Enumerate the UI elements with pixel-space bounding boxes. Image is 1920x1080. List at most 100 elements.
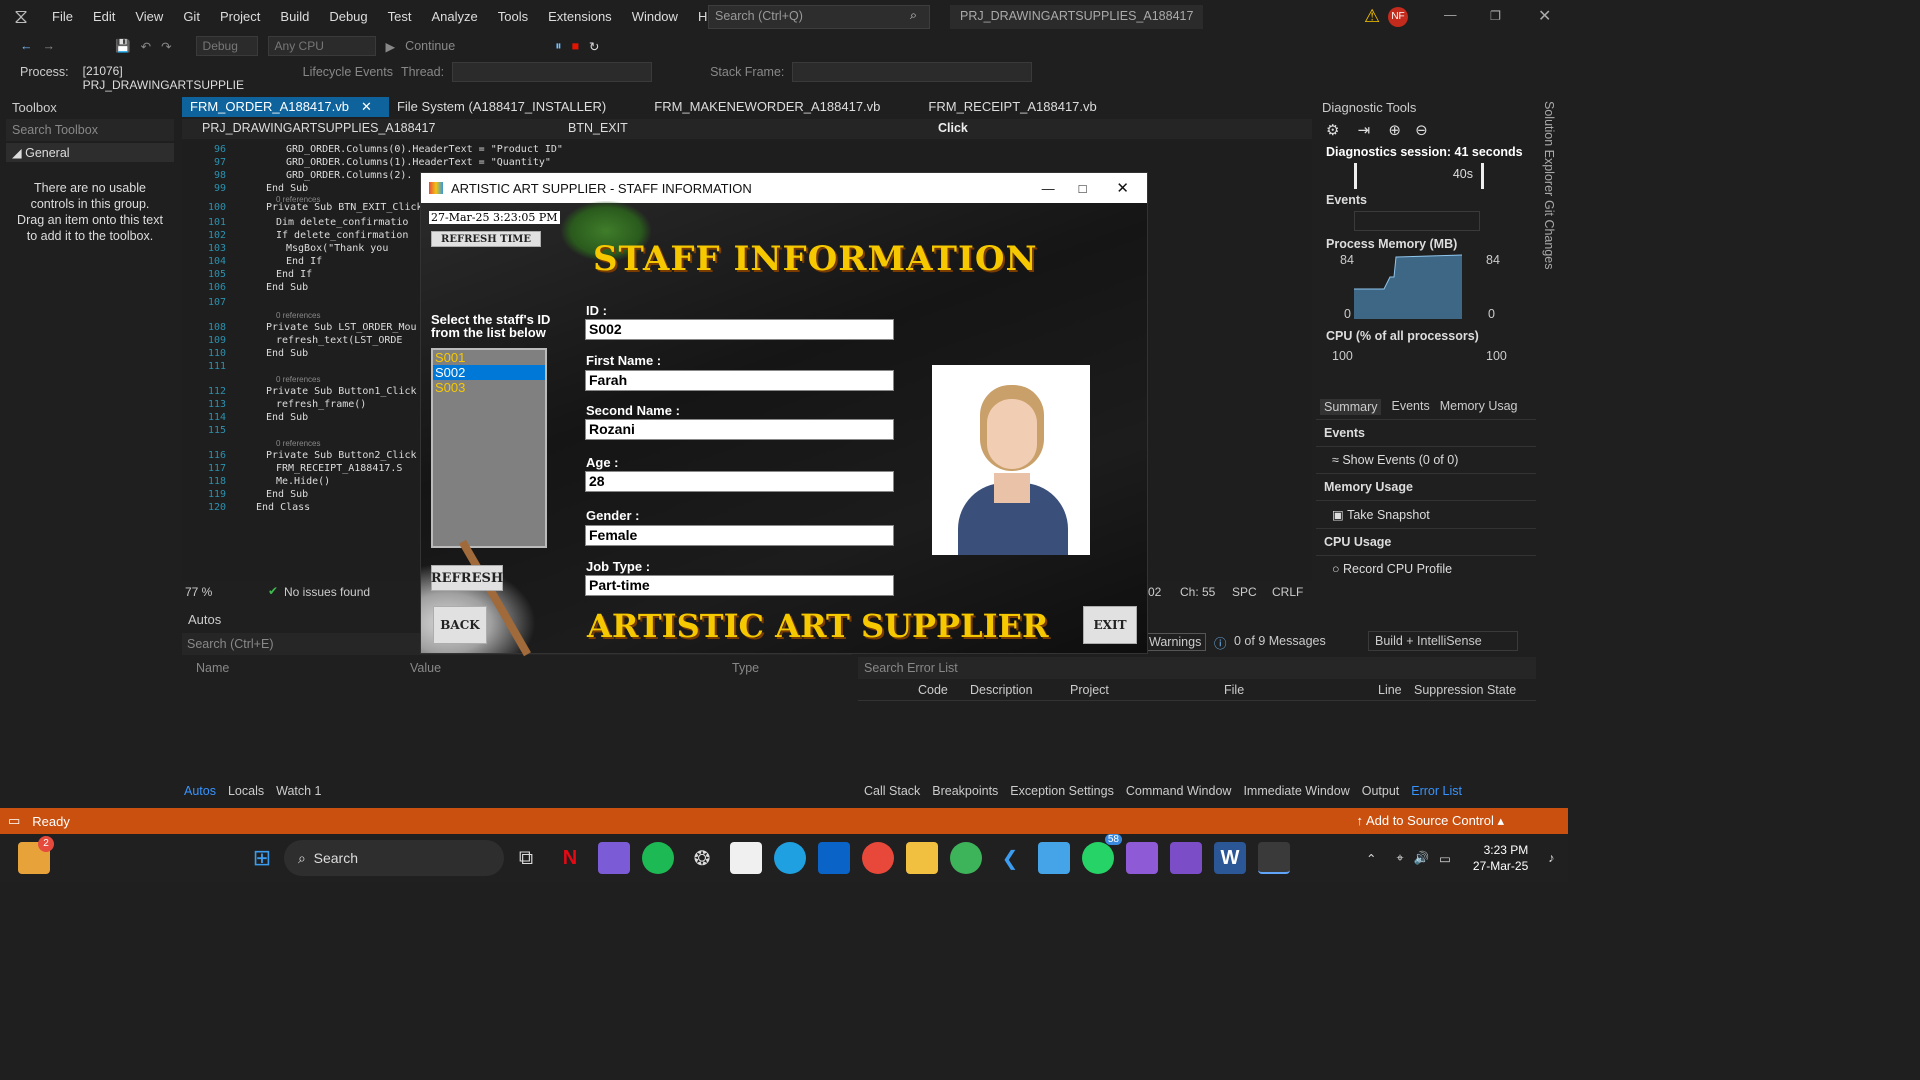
- close-icon[interactable]: ✕: [1116, 179, 1129, 197]
- col-project[interactable]: Project: [1070, 683, 1109, 697]
- chrome-icon[interactable]: [862, 842, 894, 874]
- event-dropdown[interactable]: Click: [918, 119, 1278, 139]
- warning-icon[interactable]: ⚠: [1364, 6, 1380, 27]
- chatgpt-icon[interactable]: ❂: [686, 842, 718, 874]
- solution-explorer-tab[interactable]: Solution Explorer: [1542, 101, 1556, 196]
- word-icon[interactable]: W: [1214, 842, 1246, 874]
- zoom-level[interactable]: 77 %: [185, 585, 212, 599]
- menu-edit[interactable]: Edit: [83, 0, 125, 34]
- references-codelens[interactable]: 0 references: [276, 375, 320, 384]
- menu-git[interactable]: Git: [173, 0, 210, 34]
- photos-icon[interactable]: [1126, 842, 1158, 874]
- memory-header[interactable]: Process Memory (MB): [1316, 231, 1536, 253]
- issues-status[interactable]: No issues found: [284, 585, 370, 599]
- take-snapshot-link[interactable]: ▣ Take Snapshot: [1316, 501, 1536, 528]
- col-type[interactable]: Type: [732, 661, 759, 675]
- export-icon[interactable]: ⇥: [1358, 122, 1371, 139]
- tab-memory-usage[interactable]: Memory Usag: [1440, 399, 1518, 415]
- show-events-link[interactable]: ≈ Show Events (0 of 0): [1316, 447, 1536, 473]
- tab-exception-settings[interactable]: Exception Settings: [1010, 784, 1114, 798]
- thread-dropdown[interactable]: [452, 62, 653, 82]
- tab-file-system[interactable]: File System (A188417_INSTALLER): [389, 97, 614, 117]
- col-description[interactable]: Description: [970, 683, 1033, 697]
- visual-studio-icon[interactable]: [1170, 842, 1202, 874]
- search-input[interactable]: Search (Ctrl+Q): [708, 5, 930, 29]
- code-line[interactable]: 96 GRD_ORDER.Columns(0).HeaderText = "Pro…: [182, 143, 582, 156]
- age-field[interactable]: 28: [585, 471, 894, 492]
- stop-icon[interactable]: ■: [571, 39, 579, 53]
- undo-icon[interactable]: ↶: [141, 39, 151, 54]
- col-value[interactable]: Value: [410, 661, 441, 675]
- spotify-icon[interactable]: [642, 842, 674, 874]
- tab-autos[interactable]: Autos: [184, 784, 216, 798]
- col-code[interactable]: Code: [918, 683, 948, 697]
- close-icon[interactable]: ✕: [1538, 6, 1551, 26]
- tab-summary[interactable]: Summary: [1320, 399, 1382, 415]
- forward-icon[interactable]: →: [43, 39, 56, 53]
- process-dropdown[interactable]: [21076] PRJ_DRAWINGARTSUPPLIE: [76, 62, 277, 92]
- tab-events[interactable]: Events: [1391, 399, 1429, 415]
- references-codelens[interactable]: 0 references: [276, 439, 320, 448]
- running-app-icon[interactable]: [1258, 842, 1290, 874]
- minimize-icon[interactable]: —: [1444, 8, 1457, 22]
- back-button[interactable]: BACK: [433, 606, 487, 644]
- list-item[interactable]: S001: [433, 350, 545, 365]
- tab-breakpoints[interactable]: Breakpoints: [932, 784, 998, 798]
- toolbox-group-general[interactable]: ◢ General: [6, 143, 174, 162]
- references-codelens[interactable]: 0 references: [276, 195, 320, 204]
- tab-watch1[interactable]: Watch 1: [276, 784, 321, 798]
- back-icon[interactable]: ←: [20, 39, 33, 53]
- whatsapp-icon[interactable]: 58: [1082, 834, 1122, 874]
- cpu-header[interactable]: CPU (% of all processors): [1316, 325, 1536, 345]
- object-dropdown[interactable]: BTN_EXIT: [550, 119, 918, 139]
- tab-frm-makeneworder[interactable]: FRM_MAKENEWORDER_A188417.vb: [646, 97, 888, 117]
- redo-icon[interactable]: ↷: [161, 39, 171, 54]
- menu-tools[interactable]: Tools: [488, 0, 538, 34]
- list-item-selected[interactable]: S002: [433, 365, 545, 380]
- menu-debug[interactable]: Debug: [319, 0, 377, 34]
- refresh-time-button[interactable]: REFRESH TIME: [431, 231, 541, 247]
- lifecycle-dropdown[interactable]: Lifecycle Events: [303, 65, 393, 79]
- add-to-source-control[interactable]: ↑ Add to Source Control ▴: [1357, 813, 1504, 829]
- netflix-icon[interactable]: N: [554, 842, 586, 874]
- zoom-out-icon[interactable]: ⊖: [1415, 122, 1428, 139]
- menu-test[interactable]: Test: [378, 0, 422, 34]
- tab-output[interactable]: Output: [1362, 784, 1400, 798]
- windows-start-icon[interactable]: ⊞: [246, 842, 278, 874]
- chrome-profile-icon[interactable]: [950, 842, 982, 874]
- tab-locals[interactable]: Locals: [228, 784, 264, 798]
- settings-icon[interactable]: ⚙: [1326, 122, 1339, 139]
- tab-command-window[interactable]: Command Window: [1126, 784, 1232, 798]
- menu-window[interactable]: Window: [622, 0, 688, 34]
- copilot-icon[interactable]: [598, 842, 630, 874]
- project-dropdown[interactable]: PRJ_DRAWINGARTSUPPLIES_A188417: [182, 119, 550, 139]
- taskbar-search[interactable]: ⌕ Search: [284, 840, 504, 876]
- refresh-button[interactable]: REFRESH: [431, 565, 503, 591]
- exit-button[interactable]: EXIT: [1083, 606, 1137, 644]
- avatar[interactable]: NF: [1388, 7, 1408, 27]
- minimize-icon[interactable]: —: [1042, 181, 1055, 196]
- tab-call-stack[interactable]: Call Stack: [864, 784, 920, 798]
- col-suppression[interactable]: Suppression State: [1414, 683, 1516, 697]
- id-field[interactable]: S002: [585, 319, 894, 340]
- toolbox-search[interactable]: Search Toolbox: [6, 119, 174, 141]
- record-cpu-link[interactable]: ○ Record CPU Profile: [1316, 556, 1536, 582]
- build-filter-dropdown[interactable]: Build + IntelliSense: [1368, 631, 1518, 651]
- tab-error-list[interactable]: Error List: [1411, 784, 1462, 798]
- notification-bell-icon[interactable]: ♪: [1548, 851, 1554, 865]
- messages-filter[interactable]: 0 of 9 Messages: [1234, 634, 1326, 648]
- warnings-filter[interactable]: Warnings: [1144, 633, 1207, 651]
- tab-frm-order[interactable]: FRM_ORDER_A188417.vb: [182, 97, 357, 117]
- first-name-field[interactable]: Farah: [585, 370, 894, 391]
- continue-button[interactable]: Continue: [405, 39, 455, 53]
- git-changes-tab[interactable]: Git Changes: [1542, 200, 1556, 269]
- second-name-field[interactable]: Rozani: [585, 419, 894, 440]
- weather-icon[interactable]: 2: [18, 836, 54, 874]
- menu-view[interactable]: View: [125, 0, 173, 34]
- code-line[interactable]: 97 GRD_ORDER.Columns(1).HeaderText = "Qua…: [182, 156, 582, 169]
- restart-icon[interactable]: ↻: [589, 39, 599, 54]
- timeline-ruler[interactable]: 40s: [1354, 163, 1484, 189]
- store-icon[interactable]: [730, 842, 762, 874]
- chevron-up-icon[interactable]: ⌃: [1366, 851, 1376, 866]
- maximize-icon[interactable]: □: [1079, 181, 1087, 196]
